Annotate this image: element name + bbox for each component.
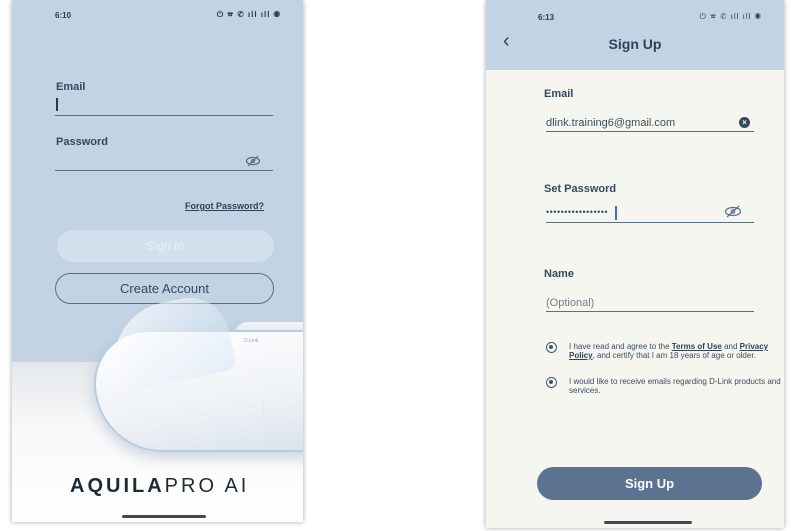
- home-indicator[interactable]: [122, 515, 206, 518]
- terms-of-use-link[interactable]: Terms of Use: [672, 342, 722, 351]
- brand-logo: AQUILAPRO AI: [70, 475, 249, 498]
- terms-middle: and: [721, 342, 740, 351]
- signup-screen: 6:13 ⏻ ☎ ✆ ıll ıll ◉ ‹ Sign Up Email dli…: [486, 0, 784, 528]
- password-label: Password: [56, 136, 108, 148]
- email-field[interactable]: dlink.training6@gmail.com: [546, 117, 675, 129]
- sign-in-button[interactable]: Sign In: [57, 230, 274, 262]
- signup-header: 6:13 ⏻ ☎ ✆ ıll ıll ◉ ‹ Sign Up: [486, 0, 784, 70]
- email-underline: [546, 131, 754, 132]
- text-cursor: [56, 98, 58, 111]
- email-opt-in-radio[interactable]: [546, 377, 557, 388]
- password-underline: [546, 222, 754, 223]
- name-underline: [546, 311, 754, 312]
- eye-off-icon[interactable]: [245, 155, 261, 170]
- status-bar: 6:10 ⏻ ☎ ✆ ıll ıll ◉: [12, 0, 303, 28]
- email-underline: [55, 115, 273, 116]
- terms-prefix: I have read and agree to the: [569, 342, 672, 351]
- forgot-password-link[interactable]: Forgot Password?: [185, 201, 264, 211]
- status-icons: ⏻ ☎ ✆ ıll ıll ◉: [699, 12, 762, 21]
- password-field[interactable]: [55, 152, 245, 170]
- name-label: Name: [544, 268, 574, 280]
- router-led: [262, 400, 264, 422]
- terms-consent-text: I have read and agree to the Terms of Us…: [569, 342, 784, 360]
- create-account-button[interactable]: Create Account: [55, 273, 274, 304]
- home-indicator[interactable]: [604, 521, 692, 524]
- name-field[interactable]: (Optional): [546, 297, 594, 309]
- brand-logo-light: PRO AI: [164, 475, 250, 497]
- set-password-label: Set Password: [544, 183, 617, 195]
- terms-suffix: , and certify that I am 18 years of age …: [592, 351, 756, 360]
- password-underline: [55, 170, 273, 171]
- email-field[interactable]: [55, 96, 273, 116]
- email-opt-in-text: I would like to receive emails regarding…: [569, 377, 781, 395]
- router-logo: D-Link: [244, 338, 259, 344]
- page-title: Sign Up: [608, 36, 662, 52]
- login-screen: 6:10 ⏻ ☎ ✆ ıll ıll ◉ Email Password Forg…: [12, 0, 303, 522]
- status-icons: ⏻ ☎ ✆ ıll ıll ◉: [216, 10, 281, 19]
- eye-off-icon[interactable]: [724, 205, 742, 223]
- email-label: Email: [544, 88, 574, 100]
- status-time: 6:13: [538, 13, 555, 22]
- sign-up-button[interactable]: Sign Up: [537, 467, 762, 500]
- text-cursor: [615, 206, 617, 220]
- clear-icon[interactable]: ×: [739, 117, 750, 128]
- terms-consent-radio[interactable]: [546, 342, 557, 353]
- brand-logo-bold: AQUILA: [70, 475, 165, 497]
- status-time: 6:10: [55, 11, 72, 20]
- email-label: Email: [56, 81, 86, 93]
- password-field[interactable]: •••••••••••••••••: [546, 207, 608, 217]
